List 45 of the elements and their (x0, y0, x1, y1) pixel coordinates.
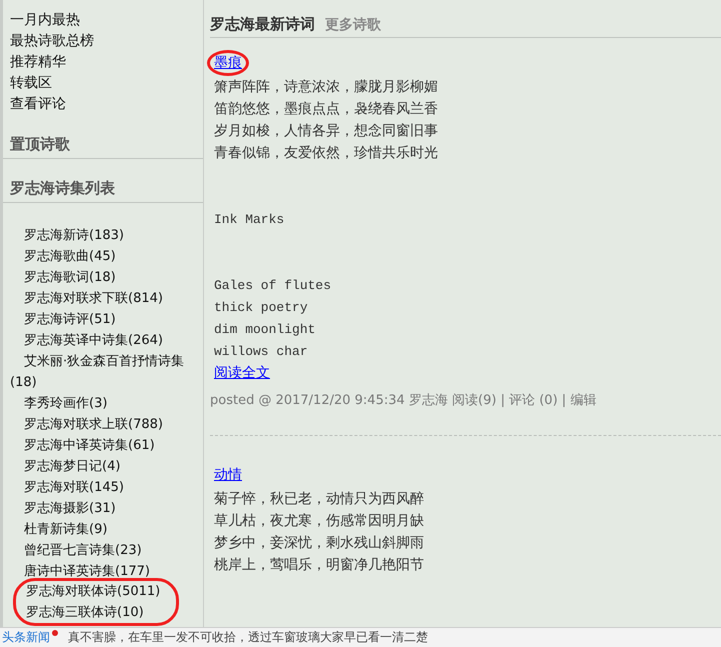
post-footer: posted @ 2017/12/20 9:45:34 罗志海 阅读(9) | 评论 (0) | 编辑 (210, 391, 596, 409)
headline-link[interactable]: 真不害臊，在车里一发不可收拾，透过车窗玻璃大家早已看一清二楚 (68, 629, 428, 646)
sidebar-link[interactable]: 推荐精华 (3, 52, 203, 73)
collection-link[interactable]: 罗志海中译英诗集(61) (3, 435, 203, 456)
collection-link[interactable]: 罗志海歌曲(45) (3, 246, 203, 267)
collection-link[interactable]: 罗志海对联体诗(5011) (26, 581, 176, 602)
translation-line: Gales of flutes (214, 277, 332, 295)
sidebar-link[interactable]: 查看评论 (3, 94, 203, 115)
translation-line: dim moonlight (214, 321, 316, 339)
sidebar-link[interactable]: 一月内最热 (3, 10, 203, 31)
collection-link[interactable]: 曾纪晋七言诗集(23) (3, 540, 203, 561)
poem-line: 箫声阵阵，诗意浓浓，朦胧月影柳媚 (214, 78, 438, 97)
collection-link[interactable]: 罗志海摄影(31) (3, 498, 203, 519)
section-heading: 罗志海最新诗词 (210, 15, 315, 34)
collection-link[interactable]: 唐诗中译英诗集(177) (3, 561, 203, 582)
collection-link[interactable]: 罗志海三联体诗(10) (26, 602, 176, 623)
collection-link[interactable]: 罗志海新诗(183) (3, 225, 203, 246)
collection-link[interactable]: 罗志海对联求下联(814) (3, 288, 203, 309)
collection-link[interactable]: 李秀玲画作(3) (3, 393, 203, 414)
poem-line: 梦乡中，妾深忧，剩水残山斜脚雨 (214, 534, 424, 553)
translation-line: willows char (214, 343, 309, 361)
collection-link[interactable]: 罗志海英译中诗集(264) (3, 330, 203, 351)
post-title-link[interactable]: 动情 (207, 462, 249, 488)
poem-line: 草儿枯，夜尤寒，伤感常因明月缺 (214, 512, 424, 531)
poem-line: 岁月如梭，人情各异，想念同窗旧事 (214, 122, 438, 141)
translation-title: Ink Marks (214, 211, 284, 229)
poem-line: 菊子悴，秋已老，动情只为西风醉 (214, 490, 424, 509)
poem-line: 青春似锦，友爱依然，珍惜共乐时光 (214, 144, 438, 163)
news-label-link[interactable]: 头条新闻 (2, 629, 50, 646)
collection-link[interactable]: 罗志海诗评(51) (3, 309, 203, 330)
poem-line: 桃岸上，莺唱乐，明窗净几艳阳节 (214, 556, 424, 575)
translation-line: thick poetry (214, 299, 309, 317)
read-more-link[interactable]: 阅读全文 (214, 363, 270, 383)
poem-line: 笛韵悠悠，墨痕点点，袅绕春风兰香 (214, 100, 438, 119)
collection-link[interactable]: 罗志海对联求上联(788) (3, 414, 203, 435)
collection-link[interactable]: 罗志海对联(145) (3, 477, 203, 498)
collection-link[interactable]: 罗志海梦日记(4) (3, 456, 203, 477)
collection-link[interactable]: 罗志海歌词(18) (3, 267, 203, 288)
section-heading: 置顶诗歌 (3, 119, 203, 159)
sidebar-link[interactable]: 转载区 (3, 73, 203, 94)
section-heading: 罗志海诗集列表 (3, 163, 203, 203)
sidebar-link[interactable]: 最热诗歌总榜 (3, 31, 203, 52)
post-title-link[interactable]: 墨痕 (207, 50, 249, 76)
collection-link[interactable]: 艾米丽·狄金森百首抒情诗集(18) (3, 351, 203, 393)
collection-link[interactable]: 杜青新诗集(9) (3, 519, 203, 540)
